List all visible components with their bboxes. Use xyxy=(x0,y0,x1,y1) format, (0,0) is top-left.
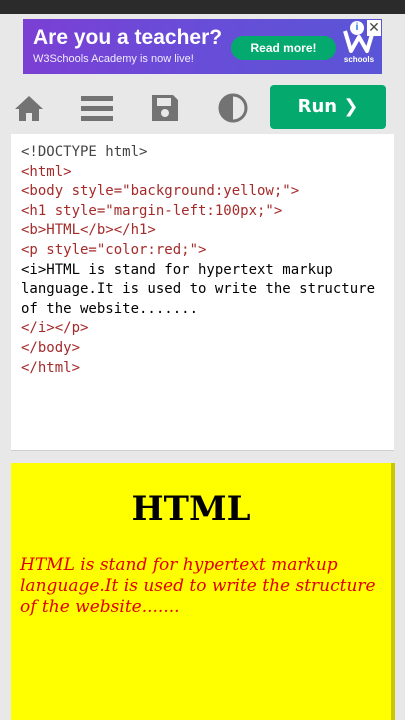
ad-title: Are you a teacher? xyxy=(33,26,223,49)
save-icon[interactable] xyxy=(149,92,181,124)
code-line: <p style="color:red;"> xyxy=(21,241,207,258)
result-preview: HTML HTML is stand for hypertext markup … xyxy=(11,463,395,720)
ad-subtitle: W3Schools Academy is now live! xyxy=(33,53,194,65)
code-line: <h1 style="margin-left:100px;"> xyxy=(21,202,283,219)
code-line: <i>HTML is stand for hypertext markup la… xyxy=(21,261,384,317)
close-icon[interactable]: ✕ xyxy=(367,20,381,36)
code-line: <b>HTML</b></h1> xyxy=(21,222,156,239)
code-line: </html> xyxy=(21,359,81,376)
status-bar xyxy=(0,0,405,14)
code-text[interactable]: <!DOCTYPE html> <html> <body style="back… xyxy=(21,143,386,378)
run-button[interactable]: Run ❯ xyxy=(270,85,386,129)
contrast-icon[interactable] xyxy=(217,92,249,124)
ad-logo-text: schools xyxy=(343,55,375,64)
code-line: <!DOCTYPE html> xyxy=(21,144,148,160)
ad-banner[interactable]: Are you a teacher? W3Schools Academy is … xyxy=(23,19,382,74)
info-icon[interactable]: i xyxy=(350,21,364,35)
code-line: </body> xyxy=(21,339,81,356)
home-icon[interactable] xyxy=(13,92,45,124)
code-line: </i></p> xyxy=(21,320,89,337)
ad-read-more-button[interactable]: Read more! xyxy=(231,36,336,60)
result-paragraph: HTML is stand for hypertext markup langu… xyxy=(20,555,376,617)
result-heading: HTML xyxy=(131,489,251,529)
code-line: <body style="background:yellow;"> xyxy=(21,183,300,200)
code-editor[interactable]: <!DOCTYPE html> <html> <body style="back… xyxy=(11,134,394,451)
menu-icon[interactable] xyxy=(81,92,113,124)
code-line: <html> xyxy=(21,163,72,180)
